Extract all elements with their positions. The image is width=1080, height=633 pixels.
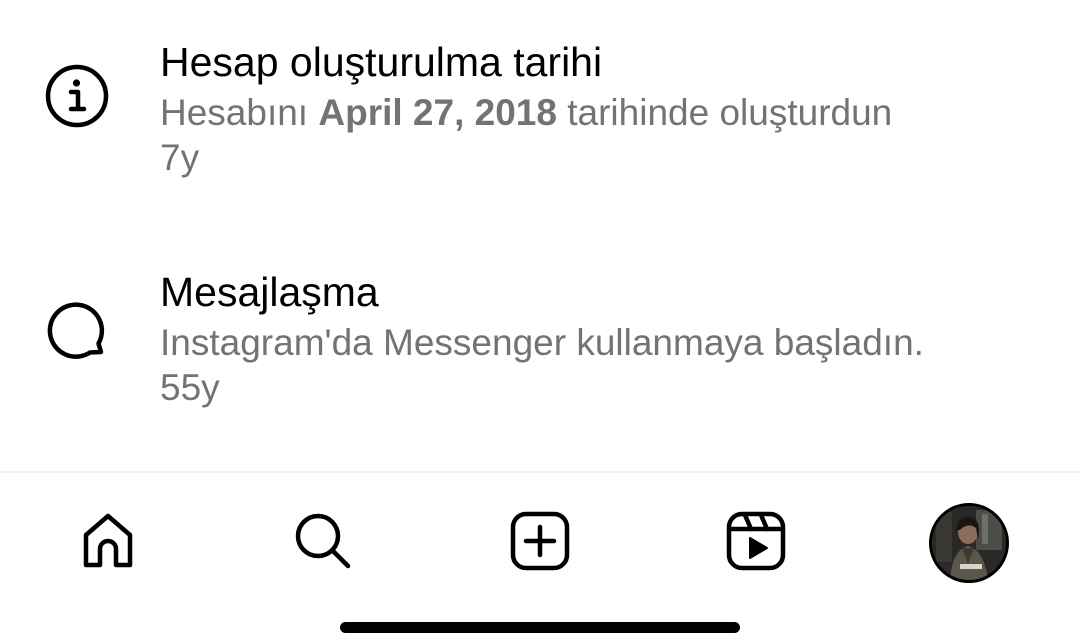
list-item-account-created: Hesap oluşturulma tarihi Hesabını April …: [0, 0, 1080, 230]
info-icon: [44, 63, 110, 129]
item-title: Hesap oluşturulma tarihi: [160, 39, 603, 85]
create-post-icon: [507, 508, 573, 579]
account-info-screen: Hesap oluşturulma tarihi Hesabını April …: [0, 0, 1080, 633]
item-description: Instagram'da Messenger kullanmaya başlad…: [160, 322, 924, 363]
account-created-date: April 27, 2018: [318, 92, 557, 133]
item-text-block: Mesajlaşma Instagram'da Messenger kullan…: [160, 268, 1040, 410]
tab-create[interactable]: [500, 503, 580, 583]
desc-suffix: tarihinde oluşturdun: [567, 92, 893, 133]
tab-profile[interactable]: [929, 503, 1009, 583]
home-icon: [75, 508, 141, 579]
item-text-block: Hesap oluşturulma tarihi Hesabını April …: [160, 38, 1040, 180]
tab-reels[interactable]: [716, 503, 796, 583]
bottom-tab-bar: [0, 473, 1080, 633]
item-age: 55y: [160, 367, 220, 408]
item-title: Mesajlaşma: [160, 269, 379, 315]
tab-home[interactable]: [68, 503, 148, 583]
home-indicator: [340, 622, 740, 633]
profile-avatar: [929, 503, 1009, 583]
desc-prefix: Hesabını: [160, 92, 309, 133]
list-item-messaging: Mesajlaşma Instagram'da Messenger kullan…: [0, 230, 1080, 470]
tab-search[interactable]: [283, 503, 363, 583]
item-age: 7y: [160, 137, 200, 178]
item-description: Hesabını April 27, 2018 tarihinde oluştu…: [160, 90, 1040, 136]
reels-icon: [723, 508, 789, 579]
chat-bubble-icon: [44, 300, 110, 366]
search-icon: [290, 508, 356, 579]
